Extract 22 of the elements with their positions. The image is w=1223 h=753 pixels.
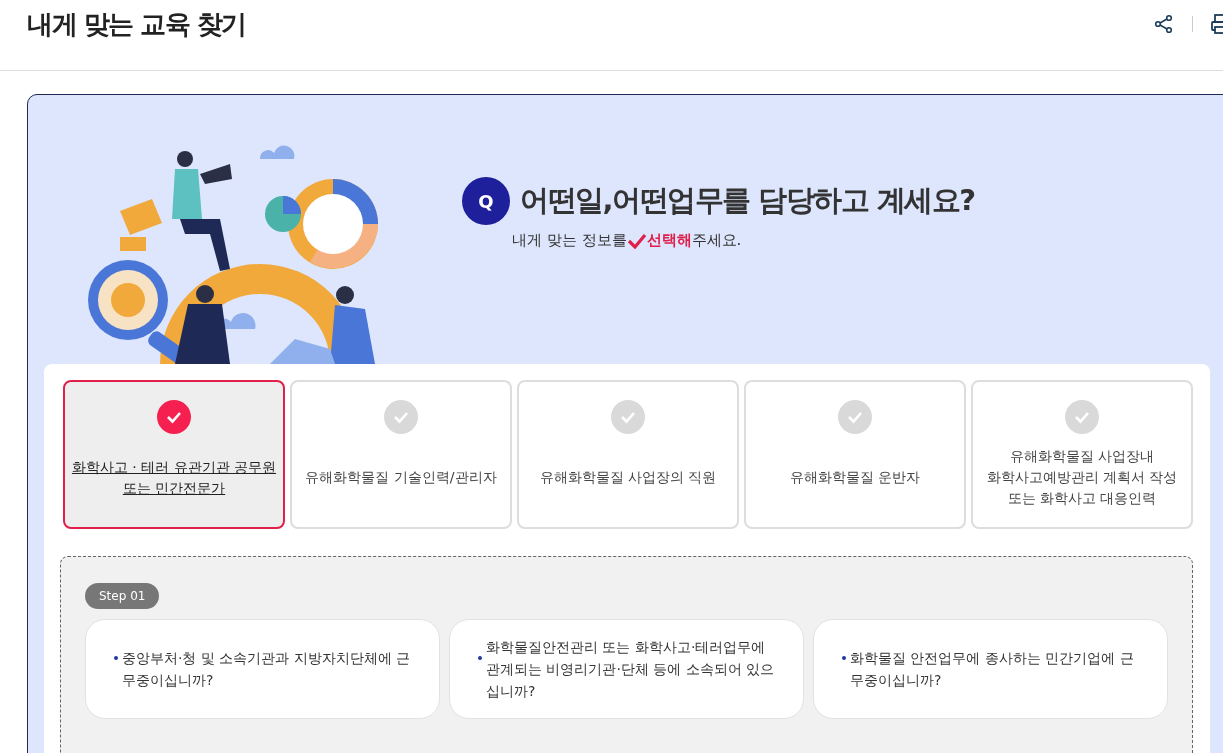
role-option[interactable]: 유해화학물질 사업장의 직원 — [517, 380, 739, 529]
role-option[interactable]: 유해화학물질 기술인력/관리자 — [290, 380, 512, 529]
question-badge: Q — [462, 177, 510, 225]
check-icon — [626, 232, 647, 249]
check-circle-icon — [384, 400, 418, 434]
check-circle-icon — [157, 400, 191, 434]
share-icon[interactable] — [1154, 14, 1174, 34]
question-option[interactable]: 중앙부처·청 및 소속기관과 지방자치단체에 근무중이십니까? — [85, 619, 440, 719]
check-circle-icon — [838, 400, 872, 434]
check-circle-icon — [611, 400, 645, 434]
role-option[interactable]: 유해화학물질 운반자 — [744, 380, 966, 529]
step-badge: Step 01 — [85, 583, 160, 609]
question-option[interactable]: 화학물질안전관리 또는 화학사고·테러업무에 관계되는 비영리기관·단체 등에 소속되어 있으십니까? — [449, 619, 804, 719]
question-option[interactable]: 화학물질 안전업무에 종사하는 민간기업에 근무중이십니까? — [813, 619, 1168, 719]
question-title: 어떤일,어떤업무를 담당하고 계세요? — [520, 182, 975, 219]
role-option[interactable]: 유해화학물질 사업장내 화학사고예방관리 계획서 작성 또는 화학사고 대응인력 — [971, 380, 1193, 529]
subtitle-text: 내게 맞는 정보를 — [512, 231, 627, 250]
check-circle-icon — [1065, 400, 1099, 434]
page-title: 내게 맞는 교육 찾기 — [27, 7, 246, 41]
subtitle-text: 주세요. — [691, 231, 742, 250]
highlight-text: 선택해 — [646, 231, 692, 250]
role-option[interactable]: 화학사고 · 테러 유관기관 공무원 또는 민간전문가 — [63, 380, 285, 529]
